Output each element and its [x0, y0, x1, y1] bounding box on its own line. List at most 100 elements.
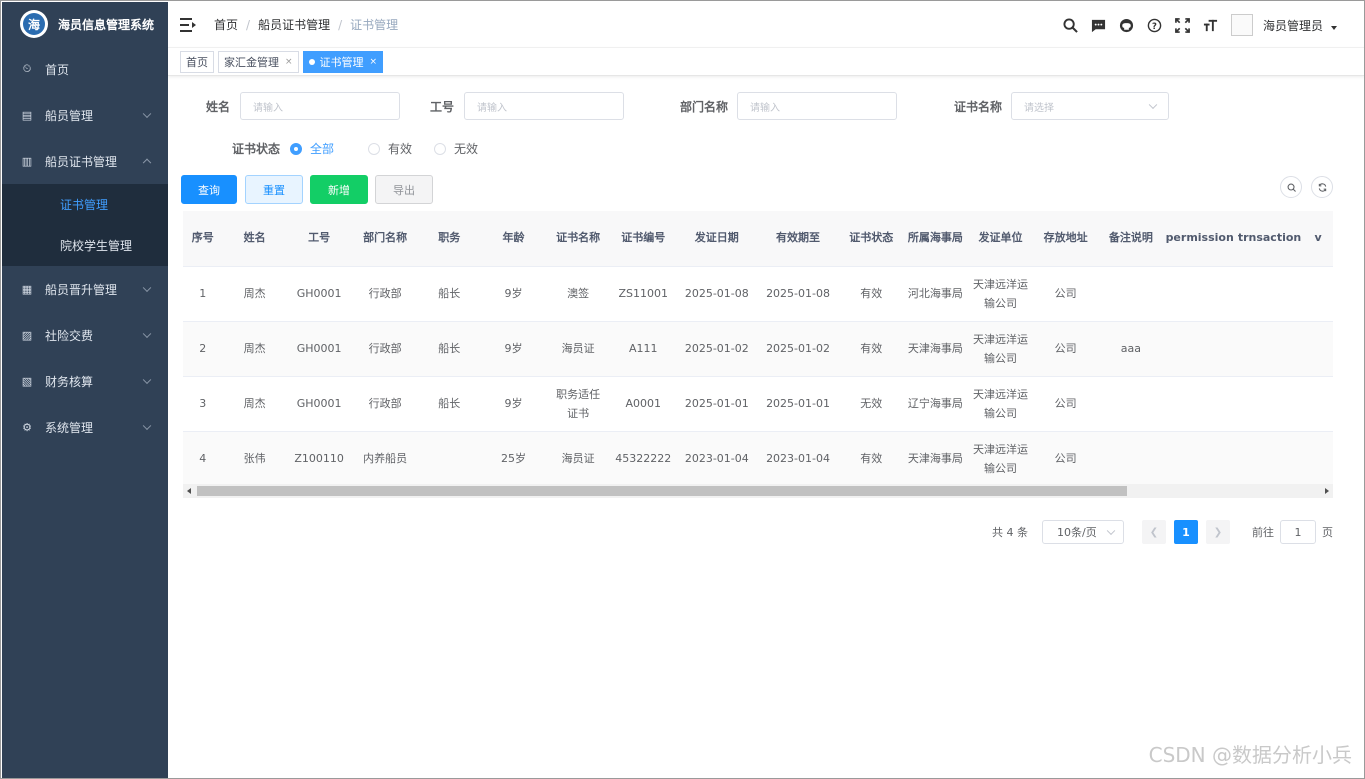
sidebar-item-promotion[interactable]: ▦ 船员晋升管理	[2, 266, 168, 312]
table-cell: 4	[183, 431, 223, 487]
sidebar-item-finance[interactable]: ▧ 财务核算	[2, 358, 168, 404]
page-size-select[interactable]: 10条/页	[1042, 520, 1124, 544]
table-cell: Z100110	[286, 431, 352, 487]
prev-page-button[interactable]: ❮	[1142, 520, 1166, 544]
sidebar-item-system[interactable]: ⚙ 系统管理	[2, 404, 168, 450]
tag-home[interactable]: 首页	[180, 50, 214, 73]
certificate-name-select[interactable]: 请选择	[1011, 92, 1169, 120]
logo-icon: 海	[20, 10, 48, 38]
table-row[interactable]: 2 周杰 GH0001 行政部 船长 9岁 海员证 A111 2025-01-02 2025-01…	[183, 321, 1333, 377]
table-cell: 公司	[1033, 431, 1099, 487]
next-page-button[interactable]: ❯	[1206, 520, 1230, 544]
github-icon[interactable]	[1119, 17, 1135, 33]
department-input[interactable]: 请输入	[737, 92, 897, 120]
column-header: trnsaction	[1235, 211, 1304, 267]
table-cell	[1098, 431, 1164, 487]
export-button[interactable]: 导出	[375, 175, 433, 204]
logo[interactable]: 海 海员信息管理系统	[2, 2, 168, 46]
table-cell	[1303, 321, 1333, 377]
certificate-name-label: 证书名称	[953, 99, 1002, 114]
calendar-icon: ▨	[21, 328, 33, 342]
table-row[interactable]: 1 周杰 GH0001 行政部 船长 9岁 澳签 ZS11001 2025-01-08 2025-…	[183, 266, 1333, 322]
user-name[interactable]: 海员管理员	[1263, 17, 1323, 34]
status-radio-all[interactable]: 全部	[290, 140, 334, 157]
sidebar-subitem-certificate-management[interactable]: 证书管理	[2, 184, 168, 225]
table-cell: 公司	[1033, 321, 1099, 377]
table-cell	[418, 431, 480, 487]
goto-page-input[interactable]: 1	[1280, 520, 1316, 544]
column-header: 职务	[418, 211, 480, 267]
avatar[interactable]	[1230, 14, 1253, 36]
table-row[interactable]: 4 张伟 Z100110 内养船员 25岁 海员证 45322222 2023-01-04 20…	[183, 431, 1333, 487]
column-header: 序号	[183, 211, 223, 267]
table-cell: 9岁	[479, 376, 548, 432]
table-cell: 1	[183, 266, 223, 322]
search-icon[interactable]	[1063, 17, 1079, 33]
sidebar-item-label: 系统管理	[45, 420, 94, 435]
scroll-right-icon[interactable]	[1325, 488, 1329, 494]
table-cell: 周杰	[222, 321, 287, 377]
table-cell	[1303, 266, 1333, 322]
breadcrumb-item[interactable]: 船员证书管理	[258, 16, 330, 33]
name-label: 姓名	[205, 99, 230, 114]
table-cell: 45322222	[609, 431, 678, 487]
column-header: v	[1303, 211, 1333, 267]
refresh-button[interactable]	[1311, 176, 1333, 198]
fullscreen-icon[interactable]	[1175, 17, 1191, 33]
sidebar-item-label: 社险交费	[45, 328, 94, 343]
table-cell: 辽宁海事局	[902, 376, 968, 432]
table-cell: A111	[609, 321, 678, 377]
table-cell: 无效	[839, 376, 903, 432]
sidebar-item-certificates[interactable]: ▥ 船员证书管理	[2, 138, 168, 184]
navbar: 首页 / 船员证书管理 / 证书管理 ? 海员管理员	[168, 2, 1364, 48]
status-radio-valid[interactable]: 有效	[368, 140, 412, 157]
horizontal-scrollbar[interactable]	[183, 484, 1333, 498]
sidebar-subitem-school-students[interactable]: 院校学生管理	[2, 225, 168, 266]
app-window: 海 海员信息管理系统 ⏲ 首页 ▤ 船员管理 ▥ 船员证书管理 证书管理 院校学…	[0, 0, 1365, 779]
tag-certificate-management[interactable]: 证书管理 ×	[302, 50, 384, 73]
status-radio-invalid[interactable]: 无效	[434, 140, 478, 157]
message-icon[interactable]	[1091, 17, 1107, 33]
tag-family-fund[interactable]: 家汇金管理 ×	[218, 50, 299, 73]
hamburger-icon[interactable]	[180, 17, 196, 32]
job-number-input[interactable]: 请输入	[464, 92, 624, 120]
column-header: 备注说明	[1098, 211, 1164, 267]
pagination-total: 共 4 条	[992, 526, 1028, 539]
scrollbar-thumb[interactable]	[197, 486, 1127, 496]
name-input[interactable]: 请输入	[240, 92, 400, 120]
column-header: 部门名称	[351, 211, 419, 267]
column-header: 证书名称	[547, 211, 610, 267]
table-cell: 周杰	[222, 266, 287, 322]
table-cell	[1235, 431, 1304, 487]
font-size-icon[interactable]	[1203, 17, 1219, 33]
table-cell: 澳签	[547, 266, 610, 322]
close-icon[interactable]: ×	[370, 57, 378, 67]
scroll-left-icon[interactable]	[187, 488, 191, 494]
table-cell	[1098, 376, 1164, 432]
table-row[interactable]: 3 周杰 GH0001 行政部 船长 9岁 职务适任证书 A0001 2025-01-01 202…	[183, 376, 1333, 432]
table-cell: 2025-01-02	[677, 321, 757, 377]
table-cell: 25岁	[479, 431, 548, 487]
close-icon[interactable]: ×	[285, 57, 293, 67]
column-header: 所属海事局	[902, 211, 968, 267]
breadcrumb: 首页 / 船员证书管理 / 证书管理	[214, 16, 399, 33]
add-button[interactable]: 新增	[310, 175, 368, 204]
sidebar-item-crew[interactable]: ▤ 船员管理	[2, 92, 168, 138]
reset-button[interactable]: 重置	[245, 175, 303, 204]
sidebar-item-home[interactable]: ⏲ 首页	[2, 46, 168, 92]
chevron-down-icon	[1106, 526, 1116, 536]
table-cell: GH0001	[286, 266, 352, 322]
tags-view: 首页 家汇金管理 × 证书管理 ×	[168, 48, 1364, 76]
breadcrumb-item[interactable]: 首页	[214, 16, 238, 33]
sidebar-item-insurance[interactable]: ▨ 社险交费	[2, 312, 168, 358]
query-button[interactable]: 查询	[181, 175, 237, 204]
table-cell: 2023-01-04	[756, 431, 840, 487]
column-header: 存放地址	[1033, 211, 1099, 267]
caret-down-icon[interactable]	[1331, 26, 1337, 30]
chevron-down-icon	[142, 421, 152, 431]
table-cell: A0001	[609, 376, 678, 432]
gear-icon: ⚙	[22, 420, 32, 434]
search-toggle-button[interactable]	[1280, 176, 1302, 198]
page-number-current[interactable]: 1	[1174, 520, 1198, 544]
help-icon[interactable]: ?	[1147, 17, 1163, 33]
